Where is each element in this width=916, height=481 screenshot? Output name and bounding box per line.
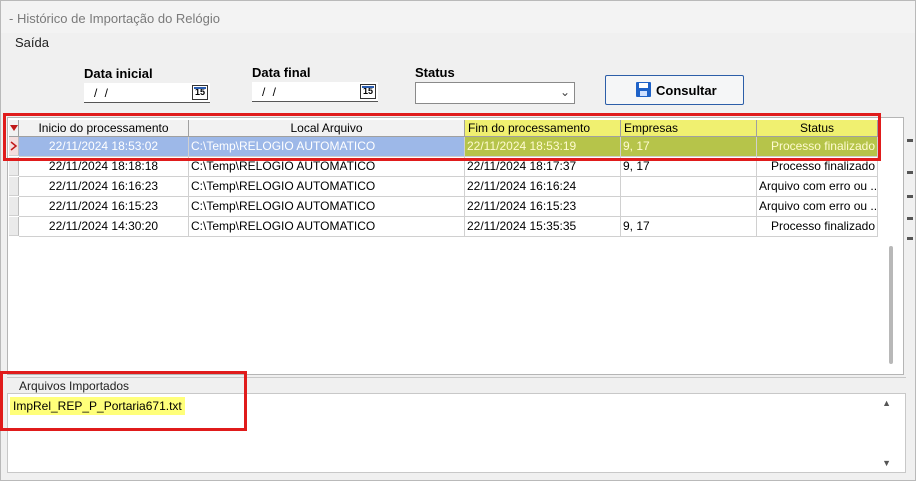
end-date-field[interactable]: / / 15 (252, 82, 378, 102)
cell-inicio: 22/11/2024 18:18:18 (19, 157, 189, 177)
cell-status: Arquivo com erro ou ... (757, 197, 878, 217)
cell-fim: 22/11/2024 16:15:23 (465, 197, 621, 217)
cell-inicio: 22/11/2024 16:16:23 (19, 177, 189, 197)
row-selector[interactable] (9, 197, 19, 216)
cell-empresas (621, 177, 757, 197)
status-select[interactable]: ⌄ (415, 82, 575, 104)
cell-inicio: 22/11/2024 14:30:20 (19, 217, 189, 237)
cell-empresas: 9, 17 (621, 157, 757, 177)
column-header-local[interactable]: Local Arquivo (189, 120, 465, 137)
cell-fim: 22/11/2024 15:35:35 (465, 217, 621, 237)
end-date-value: / / (262, 85, 279, 99)
cell-empresas: 9, 17 (621, 137, 757, 157)
row-indicator-header (9, 120, 19, 137)
history-grid[interactable]: Inicio do processamento Local Arquivo Fi… (7, 117, 904, 375)
column-header-fim[interactable]: Fim do processamento (465, 120, 621, 137)
calendar-icon[interactable]: 15 (192, 85, 208, 100)
scroll-up-icon[interactable]: ▲ (882, 398, 891, 408)
row-selector[interactable] (9, 177, 19, 196)
consultar-button[interactable]: Consultar (605, 75, 744, 105)
window-title: - Histórico de Importação do Relógio (9, 11, 220, 26)
title-bar: - Histórico de Importação do Relógio (1, 1, 915, 33)
cell-inicio: 22/11/2024 18:53:02 (19, 137, 189, 157)
cell-local: C:\Temp\RELOGIO AUTOMATICO (189, 157, 465, 177)
cell-empresas (621, 197, 757, 217)
cell-status: Processo finalizado (757, 137, 878, 157)
status-label: Status (415, 65, 455, 80)
row-selector[interactable] (9, 157, 19, 176)
cell-status: Arquivo com erro ou ... (757, 177, 878, 197)
cell-fim: 22/11/2024 18:17:37 (465, 157, 621, 177)
end-date-label: Data final (252, 65, 311, 80)
cell-fim: 22/11/2024 16:16:24 (465, 177, 621, 197)
cell-fim: 22/11/2024 18:53:19 (465, 137, 621, 157)
cell-status: Processo finalizado (757, 157, 878, 177)
row-selector-icon[interactable] (9, 137, 19, 156)
menu-bar: Saída (1, 33, 915, 53)
right-edge-panel (906, 117, 914, 387)
start-date-field[interactable]: / / 15 (84, 83, 210, 103)
start-date-value: / / (94, 86, 111, 100)
cell-local: C:\Temp\RELOGIO AUTOMATICO (189, 197, 465, 217)
cell-inicio: 22/11/2024 16:15:23 (19, 197, 189, 217)
cell-local: C:\Temp\RELOGIO AUTOMATICO (189, 217, 465, 237)
scrollbar-thumb[interactable] (889, 246, 893, 364)
imported-files-header: Arquivos Importados (7, 377, 906, 394)
scroll-down-icon[interactable]: ▼ (882, 458, 891, 468)
grid-vertical-scrollbar[interactable] (887, 138, 895, 370)
imported-files-label: Arquivos Importados (19, 379, 130, 393)
column-header-inicio[interactable]: Inicio do processamento (19, 120, 189, 137)
chevron-down-icon[interactable]: ⌄ (560, 85, 570, 99)
menu-item-saida[interactable]: Saída (15, 35, 49, 50)
cell-status: Processo finalizado (757, 217, 878, 237)
row-selector[interactable] (9, 217, 19, 236)
cell-local: C:\Temp\RELOGIO AUTOMATICO (189, 137, 465, 157)
imported-file-item: ImpRel_REP_P_Portaria671.txt (10, 397, 185, 415)
consultar-button-label: Consultar (656, 83, 717, 98)
sort-arrow-icon (10, 125, 18, 131)
disk-icon (636, 82, 651, 97)
start-date-label: Data inicial (84, 66, 153, 81)
cell-empresas: 9, 17 (621, 217, 757, 237)
column-header-empresas[interactable]: Empresas (621, 120, 757, 137)
cell-local: C:\Temp\RELOGIO AUTOMATICO (189, 177, 465, 197)
calendar-icon[interactable]: 15 (360, 84, 376, 99)
column-header-status[interactable]: Status (757, 120, 878, 137)
